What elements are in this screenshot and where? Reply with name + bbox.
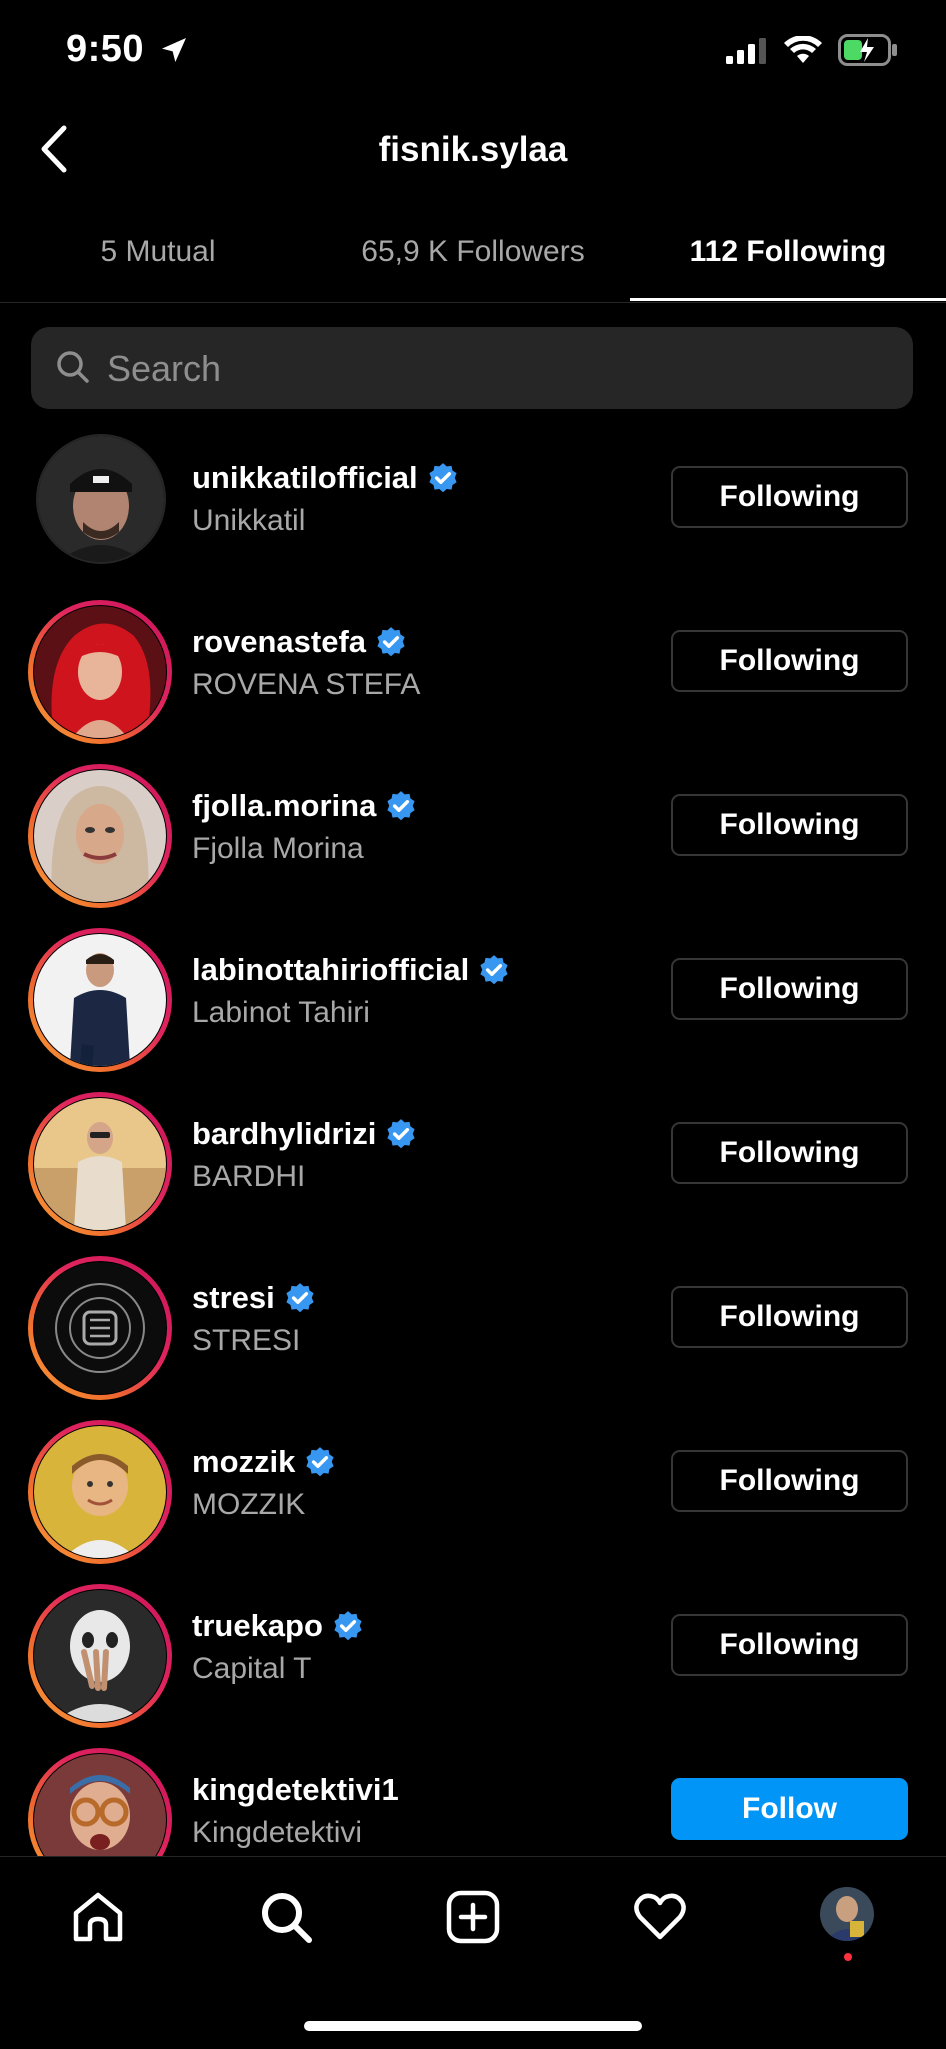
list-item[interactable]: bardhylidrizi BARDHI Following — [0, 1080, 946, 1244]
home-icon — [73, 1892, 123, 1942]
following-button[interactable]: Following — [671, 958, 908, 1020]
username[interactable]: fjolla.morina — [192, 788, 376, 824]
notification-dot — [844, 1953, 852, 1961]
status-bar: 9:50 — [0, 0, 946, 100]
following-button[interactable]: Following — [671, 466, 908, 528]
create-icon — [446, 1890, 500, 1944]
full-name: Fjolla Morina — [192, 832, 364, 865]
list-item[interactable]: stresi STRESI Following — [0, 1244, 946, 1408]
avatar[interactable] — [34, 1590, 166, 1722]
avatar-story-ring — [28, 1584, 172, 1728]
tab-mutual[interactable]: 5 Mutual — [0, 228, 316, 302]
list-item[interactable]: fjolla.morina Fjolla Morina Following — [0, 752, 946, 916]
full-name: Labinot Tahiri — [192, 996, 370, 1029]
avatar-story-ring — [28, 600, 172, 744]
following-button[interactable]: Following — [671, 1614, 908, 1676]
verified-badge-icon — [387, 791, 415, 821]
avatar[interactable] — [34, 1098, 166, 1230]
username[interactable]: truekapo — [192, 1608, 323, 1644]
nav-home[interactable] — [68, 1887, 128, 1947]
nav-activity[interactable] — [630, 1887, 690, 1947]
list-item[interactable]: kingdetektivi1 Kingdetektivi Follow — [0, 1736, 946, 1856]
search-bar[interactable] — [31, 327, 913, 411]
avatar[interactable] — [34, 1754, 166, 1856]
following-button[interactable]: Following — [671, 630, 908, 692]
avatar[interactable] — [34, 1426, 166, 1558]
search-icon — [262, 1893, 312, 1943]
full-name: Unikkatil — [192, 504, 306, 537]
avatar-ring — [36, 434, 166, 564]
following-button[interactable]: Following — [671, 1122, 908, 1184]
avatar-story-ring — [28, 1420, 172, 1564]
tab-following[interactable]: 112 Following — [630, 228, 946, 302]
avatar-story-ring — [28, 1256, 172, 1400]
verified-badge-icon — [480, 955, 508, 985]
wifi-icon — [784, 36, 822, 63]
verified-badge-icon — [334, 1611, 362, 1641]
active-tab-indicator — [630, 298, 946, 301]
list-item[interactable]: rovenastefa ROVENA STEFA Following — [0, 588, 946, 752]
avatar[interactable] — [34, 770, 166, 902]
location-arrow-icon — [162, 38, 186, 62]
bottom-nav — [0, 1856, 946, 2049]
avatar[interactable] — [34, 606, 166, 738]
avatar[interactable] — [34, 1262, 166, 1394]
username[interactable]: rovenastefa — [192, 624, 366, 660]
profile-avatar[interactable] — [820, 1887, 874, 1941]
activity-heart-icon — [634, 1893, 686, 1940]
username[interactable]: unikkatilofficial — [192, 460, 418, 496]
list-item[interactable]: unikkatilofficial Unikkatil Following — [0, 424, 946, 588]
following-button[interactable]: Following — [671, 794, 908, 856]
verified-badge-icon — [387, 1119, 415, 1149]
full-name: ROVENA STEFA — [192, 668, 421, 701]
list-item[interactable]: mozzik MOZZIK Following — [0, 1408, 946, 1572]
home-indicator — [304, 2021, 642, 2031]
full-name: MOZZIK — [192, 1488, 306, 1521]
list-item[interactable]: truekapo Capital T Following — [0, 1572, 946, 1736]
username[interactable]: bardhylidrizi — [192, 1116, 376, 1152]
page-title: fisnik.sylaa — [378, 130, 568, 169]
battery-charging-icon — [838, 34, 897, 66]
following-button[interactable]: Following — [671, 1450, 908, 1512]
follow-button[interactable]: Follow — [671, 1778, 908, 1840]
verified-badge-icon — [377, 627, 405, 657]
avatar-story-ring — [28, 1748, 172, 1856]
full-name: STRESI — [192, 1324, 301, 1357]
nav-search[interactable] — [256, 1887, 316, 1947]
username[interactable]: stresi — [192, 1280, 275, 1316]
cellular-signal-icon — [726, 38, 766, 64]
tab-bar: 5 Mutual 65,9 K Followers 112 Following — [0, 228, 946, 303]
nav-create[interactable] — [443, 1887, 503, 1947]
search-icon — [57, 351, 89, 383]
username[interactable]: labinottahiriofficial — [192, 952, 469, 988]
verified-badge-icon — [306, 1447, 334, 1477]
avatar-story-ring — [28, 1092, 172, 1236]
username[interactable]: kingdetektivi1 — [192, 1772, 399, 1808]
full-name: Capital T — [192, 1652, 312, 1685]
full-name: Kingdetektivi — [192, 1816, 363, 1849]
following-list: unikkatilofficial Unikkatil Following ro… — [0, 424, 946, 1856]
full-name: BARDHI — [192, 1160, 306, 1193]
list-item[interactable]: labinottahiriofficial Labinot Tahiri Fol… — [0, 916, 946, 1080]
following-button[interactable]: Following — [671, 1286, 908, 1348]
username[interactable]: mozzik — [192, 1444, 295, 1480]
avatar[interactable] — [38, 436, 164, 562]
verified-badge-icon — [286, 1283, 314, 1313]
status-time: 9:50 — [66, 28, 145, 70]
avatar-story-ring — [28, 764, 172, 908]
tab-followers[interactable]: 65,9 K Followers — [316, 228, 630, 302]
search-input[interactable] — [105, 327, 889, 411]
avatar-story-ring — [28, 928, 172, 1072]
avatar[interactable] — [34, 934, 166, 1066]
verified-badge-icon — [429, 463, 457, 493]
